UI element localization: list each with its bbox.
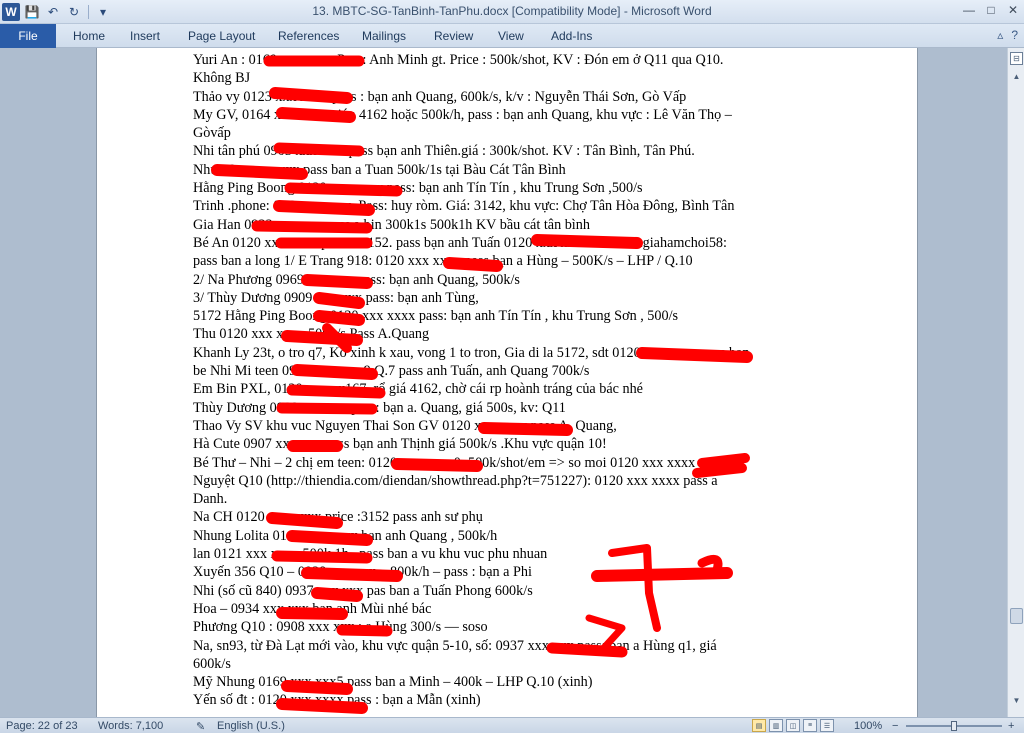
tab-insert[interactable]: Insert	[130, 29, 160, 43]
document-line[interactable]: Bé Thư – Nhi – 2 chị em teen: 0120 xxx x…	[193, 454, 815, 472]
proofing-icon[interactable]: ✎	[196, 720, 205, 733]
tab-file[interactable]: File	[0, 24, 56, 48]
document-line[interactable]: Phương Q10 : 0908 xxx xxx : a.Hùng 300/s…	[193, 618, 815, 636]
document-line[interactable]: 3/ Thùy Dương 0909 xxx xxx pass: bạn anh…	[193, 289, 815, 307]
tab-add-ins[interactable]: Add-Ins	[551, 29, 592, 43]
document-line[interactable]: Hoa – 0934 xxx xxx bạn anh Mùi nhé bác	[193, 600, 815, 618]
tab-references[interactable]: References	[278, 29, 339, 43]
page-count[interactable]: Page: 22 of 23	[6, 720, 78, 732]
close-button[interactable]: ✕	[1002, 0, 1024, 20]
title-bar: W 💾 ↶ ↻ ▾ 13. MBTC-SG-TanBinh-TanPhu.doc…	[0, 0, 1024, 24]
document-line[interactable]: Gia Han 0933 xxx xxx pass a bin 300k1s 5…	[193, 216, 815, 234]
document-line[interactable]: be Nhi Mi teen 0937 xxx xxx 9 Q.7 pass a…	[193, 362, 815, 380]
outline-icon[interactable]: ≡	[803, 719, 817, 732]
tab-page-layout[interactable]: Page Layout	[188, 29, 255, 43]
view-buttons: ▤ ▥ ◫ ≡ ☰	[752, 719, 834, 732]
document-line[interactable]: Nhung Lolita 0169 xxx xxxx bạn anh Quang…	[193, 527, 815, 545]
ribbon-tabs: File Home Insert Page Layout References …	[0, 24, 1024, 48]
tab-review[interactable]: Review	[434, 29, 473, 43]
document-line[interactable]: Gòvấp	[193, 124, 815, 142]
print-layout-icon[interactable]: ▤	[752, 719, 766, 732]
document-line[interactable]: Nhi (số cũ 840) 0937 xxx xxx pas ban a T…	[193, 582, 815, 600]
document-line[interactable]: 600k/s	[193, 655, 815, 673]
word-count[interactable]: Words: 7,100	[98, 720, 163, 732]
view-ruler-icon[interactable]: ⊟	[1010, 52, 1023, 65]
document-line[interactable]: Xuyến 356 Q10 – 0938 xxx xxx – 800k/h – …	[193, 563, 815, 581]
document-line[interactable]: Thu 0120 xxx xxxx 500k/s Pass A.Quang	[193, 325, 815, 343]
document-line[interactable]: Thùy Dương 0909 xxx xxx pass: bạn a. Qua…	[193, 399, 815, 417]
restore-button[interactable]: □	[980, 0, 1002, 20]
document-line[interactable]: Hà Cute 0907 xxx xxx pass bạn anh Thịnh …	[193, 435, 815, 453]
scroll-thumb[interactable]	[1010, 608, 1023, 624]
document-line[interactable]: Na, sn93, từ Đà Lạt mới vào, khu vực quậ…	[193, 637, 815, 655]
document-line[interactable]: My GV, 0164 xxx xxxx giá : 4162 hoặc 500…	[193, 106, 815, 124]
tab-mailings[interactable]: Mailings	[362, 29, 406, 43]
zoom-level[interactable]: 100%	[854, 720, 882, 732]
document-line[interactable]: 5172 Hằng Ping Boong 0120 xxx xxxx pass:…	[193, 307, 815, 325]
document-line[interactable]: Yuri An : 0169 xxx xxxx Pass: Anh Minh g…	[193, 51, 815, 69]
document-line[interactable]: Hằng Ping Boong 0120 xxx xxxx pass: bạn …	[193, 179, 815, 197]
draft-icon[interactable]: ☰	[820, 719, 834, 732]
document-line[interactable]: Trinh .phone: 016 xxx xxxx. Pass: huy rò…	[193, 197, 815, 215]
document-line[interactable]: Thảo vy 0123 xxx xxxx pass : bạn anh Qua…	[193, 88, 815, 106]
document-text[interactable]: Yuri An : 0169 xxx xxxx Pass: Anh Minh g…	[193, 51, 815, 710]
minimize-ribbon-icon[interactable]: ▵	[997, 28, 1003, 42]
tab-home[interactable]: Home	[73, 29, 105, 43]
scroll-up-icon[interactable]: ▲	[1010, 70, 1023, 83]
status-bar: Page: 22 of 23 Words: 7,100 ✎ English (U…	[0, 717, 1024, 733]
web-layout-icon[interactable]: ◫	[786, 719, 800, 732]
window-title: 13. MBTC-SG-TanBinh-TanPhu.docx [Compati…	[312, 4, 712, 18]
language[interactable]: English (U.S.)	[217, 720, 285, 732]
full-screen-reading-icon[interactable]: ▥	[769, 719, 783, 732]
scroll-down-icon[interactable]: ▼	[1010, 694, 1023, 707]
document-line[interactable]: Mỹ Nhung 0169 xxx xxx5 pass ban a Minh –…	[193, 673, 815, 691]
document-line[interactable]: pass ban a long 1/ E Trang 918: 0120 xxx…	[193, 252, 815, 270]
document-line[interactable]: Bé An 0120 xxx xxxx price : 3152. pass b…	[193, 234, 815, 252]
document-line[interactable]: Nguyệt Q10 (http://thiendia.com/diendan/…	[193, 472, 815, 490]
zoom-in-icon[interactable]: +	[1008, 720, 1014, 732]
help-icon[interactable]: ?	[1011, 28, 1018, 42]
document-line[interactable]: Nhi tân phú 0903 xxx xxx. pass bạn anh T…	[193, 142, 815, 160]
document-page[interactable]: Yuri An : 0169 xxx xxxx Pass: Anh Minh g…	[96, 48, 918, 717]
document-line[interactable]: Khanh Ly 23t, o tro q7, Ko xinh k xau, v…	[193, 344, 815, 362]
document-line[interactable]: Như 09xx xxx xxx pass ban a Tuan 500k/1s…	[193, 161, 815, 179]
document-line[interactable]: Yến số đt : 0120 xxx xxxx pass : bạn a M…	[193, 691, 815, 709]
document-area[interactable]: Yuri An : 0169 xxx xxxx Pass: Anh Minh g…	[0, 48, 1007, 717]
minimize-button[interactable]: —	[958, 0, 980, 20]
document-line[interactable]: 2/ Na Phương 0969 xxx xxx pass: bạn anh …	[193, 271, 815, 289]
ribbon-right-controls: ▵ ?	[997, 28, 1018, 42]
tab-view[interactable]: View	[498, 29, 524, 43]
document-line[interactable]: Thao Vy SV khu vuc Nguyen Thai Son GV 01…	[193, 417, 815, 435]
document-line[interactable]: Na CH 0120 xxx xxxx price :3152 pass anh…	[193, 508, 815, 526]
zoom-thumb[interactable]	[951, 721, 957, 731]
vertical-scrollbar[interactable]: ⊟ ▲ ▼	[1007, 48, 1024, 717]
window-controls: — □ ✕	[958, 0, 1024, 20]
document-line[interactable]: Không BJ	[193, 69, 815, 87]
zoom-out-icon[interactable]: −	[892, 720, 898, 732]
document-line[interactable]: Em Bin PXL, 0120 xxx xx167, rổ giá 4162,…	[193, 380, 815, 398]
document-line[interactable]: lan 0121 xxx xxxx 500k 1h , pass ban a v…	[193, 545, 815, 563]
document-line[interactable]: Danh.	[193, 490, 815, 508]
zoom-slider[interactable]	[906, 721, 1002, 731]
